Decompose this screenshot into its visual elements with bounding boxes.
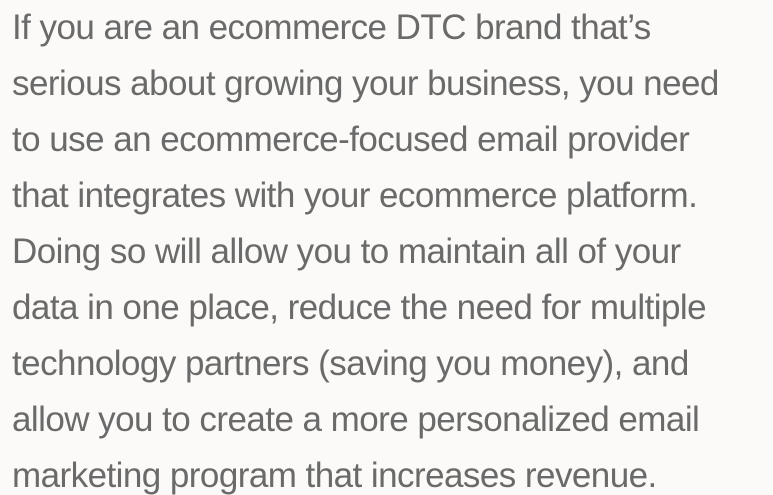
paragraph-line: serious about growing your business, you…: [12, 64, 719, 103]
paragraph-line: to use an ecommerce-focused email provid…: [12, 120, 690, 159]
paragraph-line: allow you to create a more personalized …: [12, 400, 700, 439]
paragraph-line: If you are an ecommerce DTC brand that’s: [12, 8, 651, 47]
page: If you are an ecommerce DTC brand that’s…: [0, 0, 773, 495]
paragraph-line: data in one place, reduce the need for m…: [12, 288, 707, 327]
paragraph-line: that integrates with your ecommerce plat…: [12, 176, 698, 215]
article-paragraph: If you are an ecommerce DTC brand that’s…: [12, 0, 772, 495]
paragraph-line: marketing program that increases revenue…: [12, 456, 657, 495]
paragraph-line: Doing so will allow you to maintain all …: [12, 232, 681, 271]
paragraph-line: technology partners (saving you money), …: [12, 344, 689, 383]
